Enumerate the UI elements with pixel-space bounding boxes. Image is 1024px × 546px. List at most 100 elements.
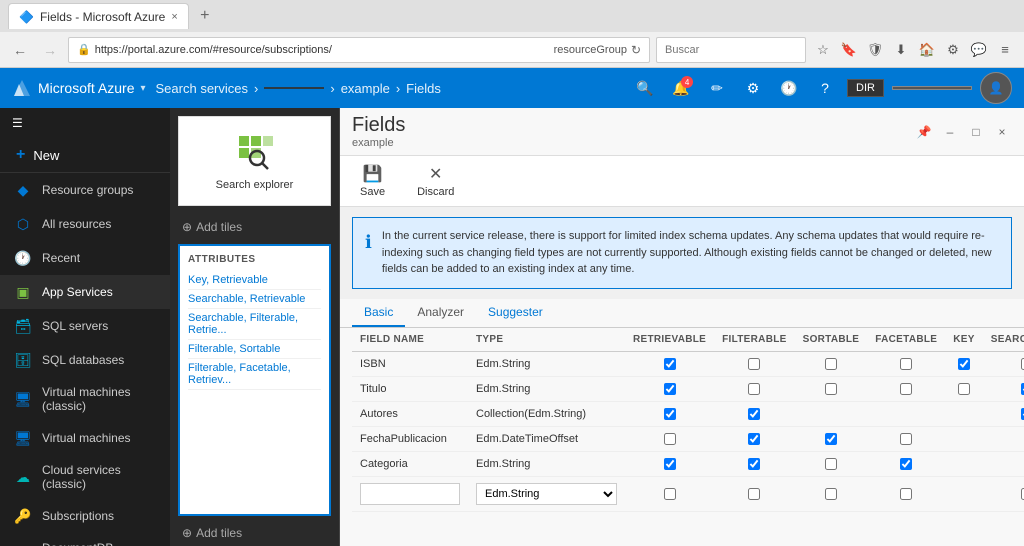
sidebar-item-all-resources[interactable]: ⬡ All resources	[0, 207, 170, 241]
sidebar-item-virtual-machines-classic[interactable]: 🖥 Virtual machines (classic)	[0, 377, 170, 421]
example-link[interactable]: example	[341, 81, 390, 96]
new-retrievable-checkbox[interactable]	[664, 488, 676, 500]
azure-dropdown-icon[interactable]: ▾	[140, 83, 145, 94]
refresh-button[interactable]: ↻	[631, 43, 641, 57]
new-field-name-input[interactable]	[360, 483, 460, 505]
sidebar-item-subscriptions[interactable]: 🔑 Subscriptions	[0, 499, 170, 533]
sortable-checkbox-categoria[interactable]	[825, 458, 837, 470]
save-button[interactable]: 💾 Save	[352, 160, 393, 202]
add-tiles-button-bottom[interactable]: ⊕ Add tiles	[170, 520, 339, 546]
search-button[interactable]: 🔍	[631, 74, 659, 102]
sidebar-item-documentdb[interactable]: 🍃 DocumentDB Accounts	[0, 533, 170, 546]
sortable-checkbox-fecha[interactable]	[825, 433, 837, 445]
search-explorer-tile[interactable]: Search explorer	[178, 116, 331, 206]
new-filterable-checkbox[interactable]	[748, 488, 760, 500]
facetable-checkbox-fecha[interactable]	[900, 433, 912, 445]
field-facetable-fecha	[867, 426, 945, 451]
filterable-checkbox-autores[interactable]	[748, 408, 760, 420]
add-tiles-plus-icon-bottom: ⊕	[182, 526, 192, 540]
address-bar[interactable]: 🔒 resourceGroup ↻	[68, 37, 650, 63]
retrievable-checkbox-categoria[interactable]	[664, 458, 676, 470]
azure-logo[interactable]: Microsoft Azure ▾	[12, 78, 146, 98]
col-header-facetable: FACETABLE	[867, 328, 945, 352]
tab-basic[interactable]: Basic	[352, 299, 405, 327]
new-field-type-select[interactable]: Edm.String Edm.Int32 Edm.Int64 Edm.Doubl…	[476, 483, 617, 505]
download-icon[interactable]: ⬇	[890, 39, 912, 61]
table-header-row: FIELD NAME TYPE RETRIEVABLE FILTERABLE S…	[352, 328, 1024, 352]
attribute-item-4[interactable]: Filterable, Facetable, Retriev...	[188, 359, 321, 390]
clock-button[interactable]: 🕐	[775, 74, 803, 102]
new-field-name-cell[interactable]	[352, 476, 468, 511]
discard-button[interactable]: ✕ Discard	[409, 160, 462, 202]
attribute-item-0[interactable]: Key, Retrievable	[188, 271, 321, 290]
address-input[interactable]	[95, 44, 550, 56]
filterable-checkbox-fecha[interactable]	[748, 433, 760, 445]
current-service-link[interactable]	[264, 87, 324, 89]
tab-analyzer[interactable]: Analyzer	[405, 299, 476, 327]
skype-icon[interactable]: 💬	[968, 39, 990, 61]
attribute-item-2[interactable]: Searchable, Filterable, Retrie...	[188, 309, 321, 340]
retrievable-checkbox-titulo[interactable]	[664, 383, 676, 395]
filterable-checkbox-isbn[interactable]	[748, 358, 760, 370]
help-button[interactable]: ?	[811, 74, 839, 102]
bookmark-icon[interactable]: 🔖	[838, 39, 860, 61]
lock-icon: 🔒	[77, 43, 91, 56]
notifications-button[interactable]: 🔔 4	[667, 74, 695, 102]
sidebar-item-recent[interactable]: 🕐 Recent	[0, 241, 170, 275]
facetable-checkbox-categoria[interactable]	[900, 458, 912, 470]
facetable-checkbox-isbn[interactable]	[900, 358, 912, 370]
facetable-checkbox-titulo[interactable]	[900, 383, 912, 395]
sidebar-item-label: All resources	[42, 217, 111, 231]
sidebar-item-sql-servers[interactable]: 🗃 SQL servers	[0, 309, 170, 343]
new-field-searchable-cell	[983, 476, 1024, 511]
col-header-type: TYPE	[468, 328, 625, 352]
home-icon[interactable]: 🏠	[916, 39, 938, 61]
address-suffix: resourceGroup	[554, 44, 627, 56]
settings-button[interactable]: ⚙	[739, 74, 767, 102]
star-icon[interactable]: ☆	[812, 39, 834, 61]
tab-close-button[interactable]: ×	[171, 11, 177, 23]
key-checkbox-titulo[interactable]	[958, 383, 970, 395]
sortable-checkbox-isbn[interactable]	[825, 358, 837, 370]
fields-link[interactable]: Fields	[406, 81, 441, 96]
panel-close-button[interactable]: ×	[992, 122, 1012, 142]
forward-button[interactable]: →	[38, 38, 62, 62]
sidebar-item-virtual-machines[interactable]: 🖥 Virtual machines	[0, 421, 170, 455]
tab-suggester[interactable]: Suggester	[476, 299, 555, 327]
sidebar-item-cloud-services[interactable]: ☁ Cloud services (classic)	[0, 455, 170, 499]
feedback-button[interactable]: ✏	[703, 74, 731, 102]
menu-icon[interactable]: ≡	[994, 39, 1016, 61]
search-services-link[interactable]: Search services	[156, 81, 248, 96]
retrievable-checkbox-isbn[interactable]	[664, 358, 676, 370]
sidebar-toggle-button[interactable]: ☰	[0, 108, 170, 138]
user-avatar[interactable]: 👤	[980, 72, 1012, 104]
sidebar-item-app-services[interactable]: ▣ App Services	[0, 275, 170, 309]
add-tiles-button-top[interactable]: ⊕ Add tiles	[170, 214, 339, 240]
browser-search-input[interactable]	[665, 44, 797, 56]
sidebar-item-resource-groups[interactable]: ◆ Resource groups	[0, 173, 170, 207]
attribute-item-1[interactable]: Searchable, Retrievable	[188, 290, 321, 309]
sortable-checkbox-titulo[interactable]	[825, 383, 837, 395]
panel-maximize-button[interactable]: □	[966, 122, 986, 142]
new-tab-button[interactable]: +	[193, 4, 217, 28]
sidebar-item-sql-databases[interactable]: 🗄 SQL databases	[0, 343, 170, 377]
new-facetable-checkbox[interactable]	[900, 488, 912, 500]
panel-pin-button[interactable]: 📌	[914, 122, 934, 142]
active-tab[interactable]: 🔷 Fields - Microsoft Azure ×	[8, 3, 189, 29]
field-facetable-isbn	[867, 351, 945, 376]
back-button[interactable]: ←	[8, 38, 32, 62]
key-checkbox-isbn[interactable]	[958, 358, 970, 370]
filterable-checkbox-categoria[interactable]	[748, 458, 760, 470]
browser-search-bar[interactable]	[656, 37, 806, 63]
new-sortable-checkbox[interactable]	[825, 488, 837, 500]
retrievable-checkbox-autores[interactable]	[664, 408, 676, 420]
shield-icon[interactable]: 🛡	[864, 39, 886, 61]
attribute-item-3[interactable]: Filterable, Sortable	[188, 340, 321, 359]
filterable-checkbox-titulo[interactable]	[748, 383, 760, 395]
retrievable-checkbox-fecha[interactable]	[664, 433, 676, 445]
new-button[interactable]: + New	[0, 138, 170, 173]
breadcrumb-sep-1: ›	[254, 81, 258, 96]
settings-icon[interactable]: ⚙	[942, 39, 964, 61]
new-field-type-cell[interactable]: Edm.String Edm.Int32 Edm.Int64 Edm.Doubl…	[468, 476, 625, 511]
panel-minimize-button[interactable]: –	[940, 122, 960, 142]
